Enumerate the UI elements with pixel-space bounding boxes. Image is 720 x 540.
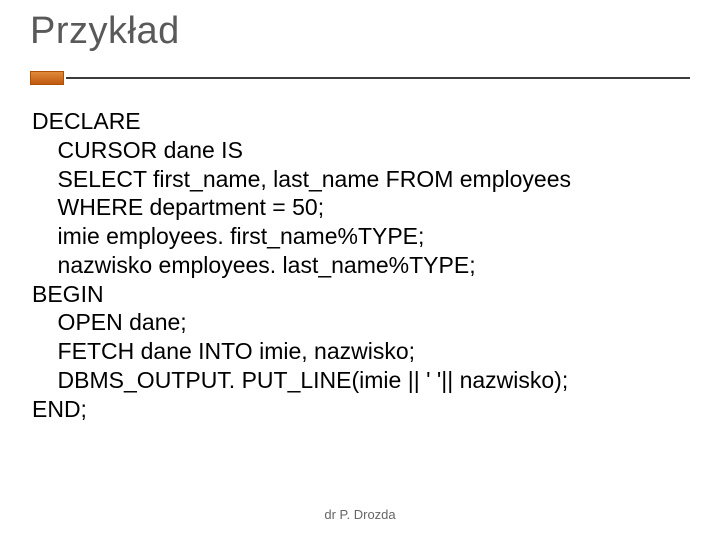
code-line: END; <box>32 396 87 422</box>
accent-box <box>30 71 64 85</box>
code-line: BEGIN <box>32 281 104 307</box>
code-line: DBMS_OUTPUT. PUT_LINE(imie || ' '|| nazw… <box>32 367 568 393</box>
code-line: WHERE department = 50; <box>32 194 324 220</box>
code-line: nazwisko employees. last_name%TYPE; <box>32 252 476 278</box>
title-rule <box>30 71 690 85</box>
code-line: imie employees. first_name%TYPE; <box>32 223 424 249</box>
slide-title: Przykład <box>30 10 690 53</box>
code-line: FETCH dane INTO imie, nazwisko; <box>32 338 415 364</box>
code-block: DECLARE CURSOR dane IS SELECT first_name… <box>30 107 690 423</box>
code-line: OPEN dane; <box>32 309 187 335</box>
code-line: SELECT first_name, last_name FROM employ… <box>32 166 571 192</box>
code-line: DECLARE <box>32 108 141 134</box>
slide: Przykład DECLARE CURSOR dane IS SELECT f… <box>0 0 720 540</box>
horizontal-rule <box>66 77 690 79</box>
code-line: CURSOR dane IS <box>32 137 243 163</box>
footer-author: dr P. Drozda <box>0 507 720 522</box>
